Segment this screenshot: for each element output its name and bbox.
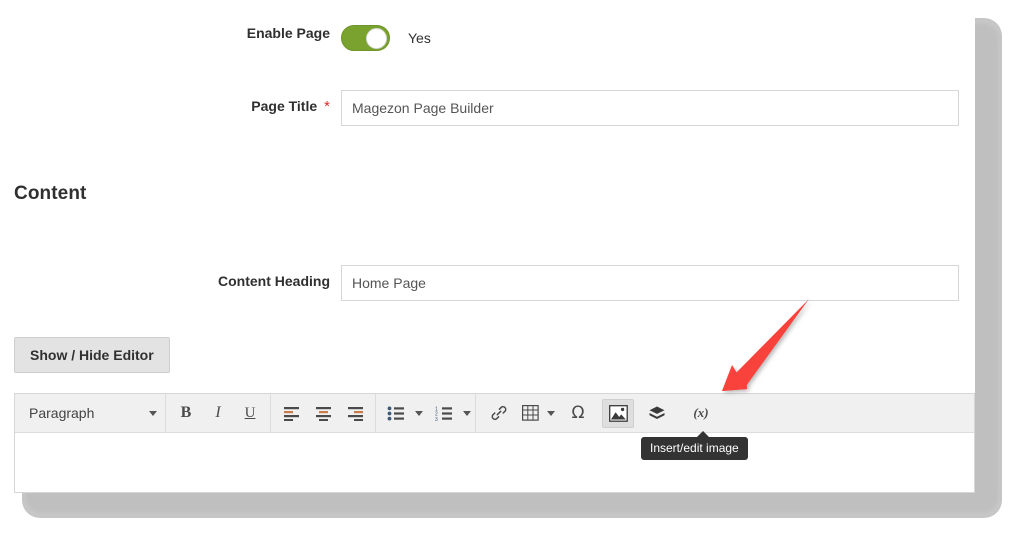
toolbar-group-format: B I U xyxy=(166,394,271,432)
align-left-button[interactable] xyxy=(276,399,306,428)
tooltip: Insert/edit image xyxy=(641,431,748,461)
editor-toolbar: Paragraph B I U 1 2 3 Ω (x) xyxy=(15,394,974,433)
bullet-list-button[interactable] xyxy=(381,399,411,428)
editor-content-area[interactable] xyxy=(15,433,974,492)
insert-link-button[interactable] xyxy=(483,399,515,428)
underline-icon: U xyxy=(244,404,256,421)
content-heading-label: Content Heading xyxy=(218,273,330,289)
form-panel: Enable Page Yes Page Title * Content Con… xyxy=(0,0,975,493)
enable-page-label-wrap: Enable Page xyxy=(0,25,330,41)
insert-variable-button[interactable]: (x) xyxy=(684,399,718,428)
variable-icon: (x) xyxy=(693,405,709,420)
align-left-icon xyxy=(283,406,299,421)
italic-icon: I xyxy=(215,404,221,421)
insert-table-button[interactable] xyxy=(517,399,543,428)
image-icon xyxy=(608,404,628,422)
required-asterisk: * xyxy=(324,97,330,115)
content-heading-label-wrap: Content Heading xyxy=(0,273,330,289)
bullet-list-icon xyxy=(387,406,404,420)
enable-page-control: Yes xyxy=(341,25,431,51)
omega-icon: Ω xyxy=(571,403,585,423)
bullet-list-chevron-down-icon[interactable] xyxy=(415,410,423,416)
numbered-list-button[interactable]: 1 2 3 xyxy=(429,399,459,428)
special-character-button[interactable]: Ω xyxy=(563,399,593,428)
content-section-title: Content xyxy=(14,183,87,204)
toggle-knob xyxy=(366,28,387,49)
insert-widget-button[interactable] xyxy=(641,399,673,428)
tooltip-text: Insert/edit image xyxy=(650,441,739,455)
enable-page-value: Yes xyxy=(408,30,431,46)
page-title-label-wrap: Page Title * xyxy=(0,98,330,114)
page-title-input[interactable] xyxy=(341,90,959,126)
paragraph-format-label: Paragraph xyxy=(29,405,95,421)
table-chevron-down-icon[interactable] xyxy=(547,410,555,416)
insert-edit-image-button[interactable] xyxy=(602,398,634,428)
wysiwyg-editor: Paragraph B I U 1 2 3 Ω (x) xyxy=(14,393,975,493)
chevron-down-icon xyxy=(149,410,157,416)
svg-text:3: 3 xyxy=(435,416,438,420)
bold-button[interactable]: B xyxy=(171,399,201,428)
toolbar-group-format-select: Paragraph xyxy=(15,394,166,432)
toolbar-group-lists: 1 2 3 xyxy=(376,394,476,432)
widget-layers-icon xyxy=(649,406,665,419)
align-center-button[interactable] xyxy=(308,399,338,428)
toolbar-group-align xyxy=(271,394,376,432)
paragraph-format-select[interactable]: Paragraph xyxy=(19,399,161,428)
italic-button[interactable]: I xyxy=(203,399,233,428)
toolbar-group-insert: Ω (x) xyxy=(476,394,725,432)
tooltip-arrow-icon xyxy=(697,431,709,437)
align-right-button[interactable] xyxy=(340,399,370,428)
align-right-icon xyxy=(347,406,363,421)
numbered-list-chevron-down-icon[interactable] xyxy=(463,410,471,416)
align-center-icon xyxy=(315,406,331,421)
page-title-label: Page Title xyxy=(251,98,318,114)
show-hide-editor-button[interactable]: Show / Hide Editor xyxy=(14,337,170,373)
enable-page-toggle[interactable] xyxy=(341,25,390,51)
enable-page-label: Enable Page xyxy=(246,25,330,41)
link-icon xyxy=(491,405,507,421)
numbered-list-icon: 1 2 3 xyxy=(435,406,452,421)
underline-button[interactable]: U xyxy=(235,399,265,428)
table-icon xyxy=(521,405,539,421)
screenshot-root: Enable Page Yes Page Title * Content Con… xyxy=(0,0,1024,541)
content-heading-input[interactable] xyxy=(341,265,959,301)
bold-icon: B xyxy=(180,404,192,421)
